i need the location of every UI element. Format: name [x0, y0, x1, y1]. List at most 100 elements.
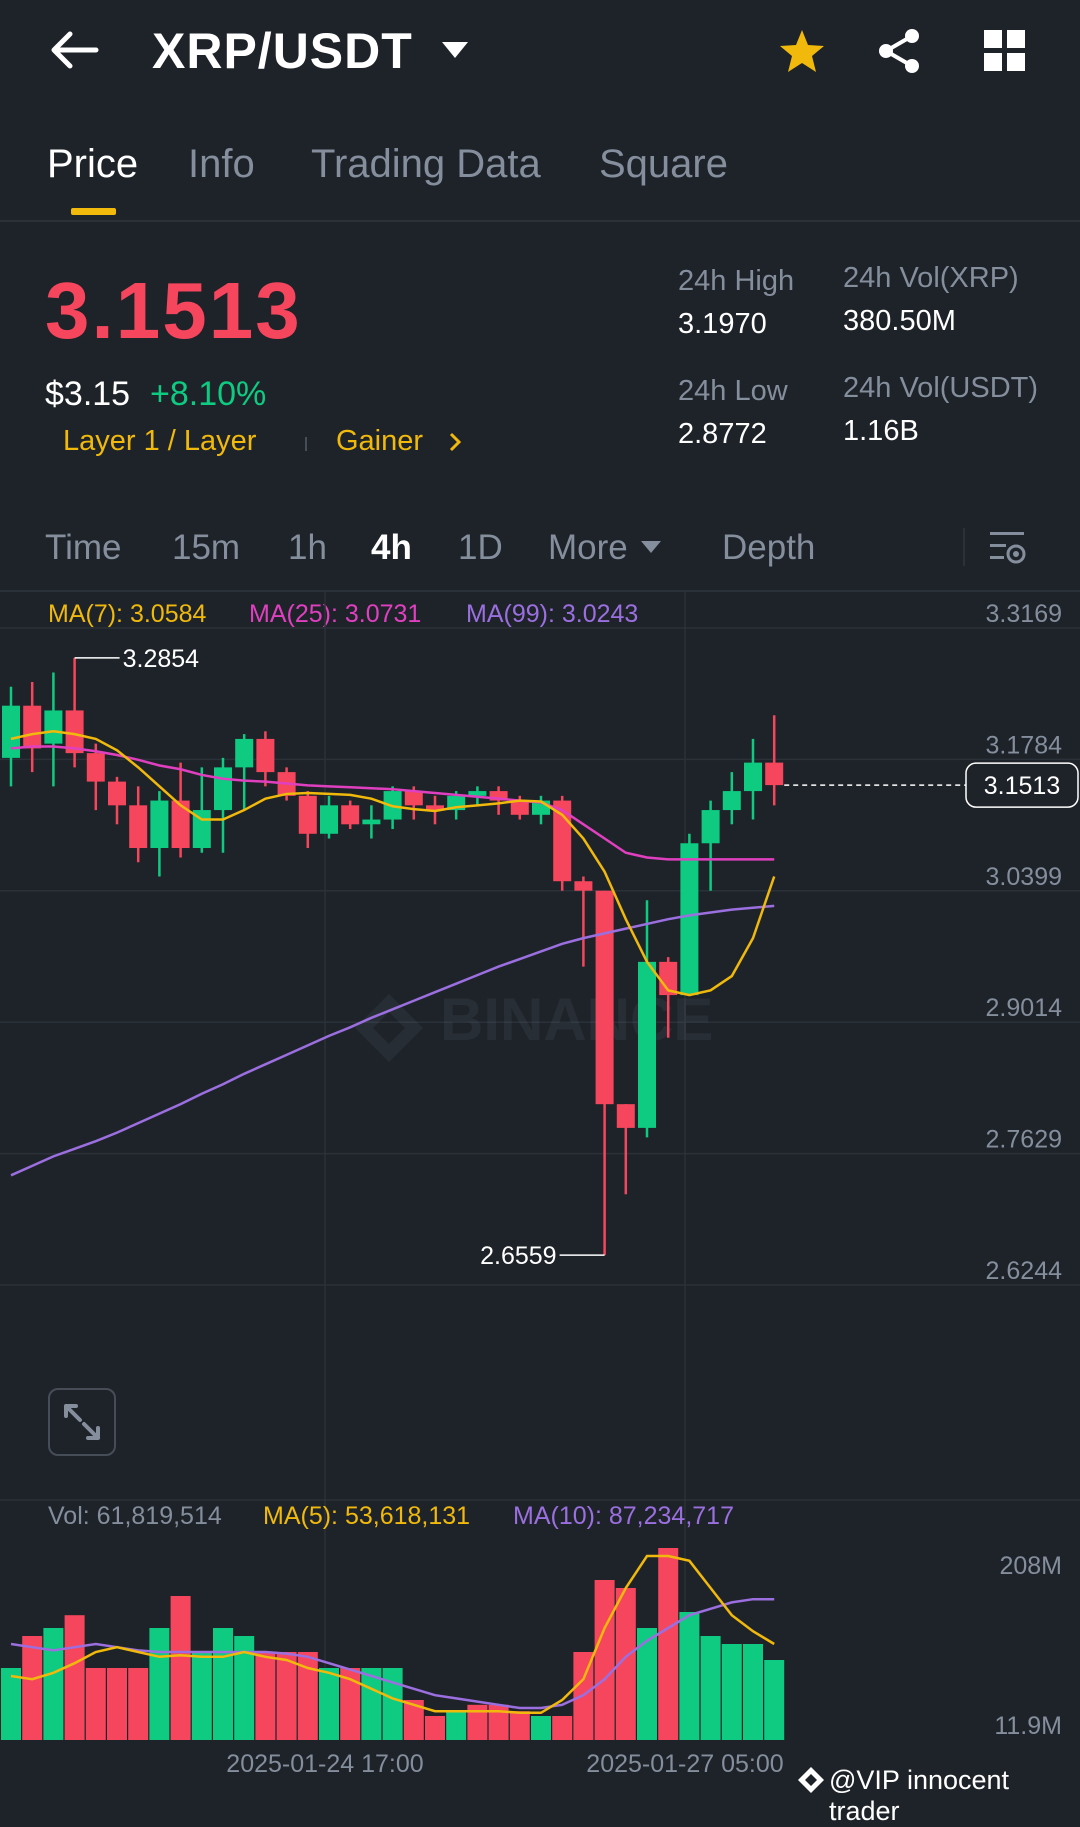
category-tag[interactable]: Layer 1 / Layer: [63, 425, 256, 458]
volume-bar: [255, 1652, 276, 1740]
candle-body: [765, 762, 784, 786]
candle-body: [298, 795, 317, 834]
candle-body: [214, 767, 232, 811]
volume-bar: [721, 1644, 742, 1740]
low-label: 24h Low: [678, 375, 788, 407]
volume-bar: [1, 1668, 21, 1740]
tab-square[interactable]: Square: [599, 142, 728, 187]
candle-body: [744, 762, 762, 792]
star-icon[interactable]: [778, 28, 826, 74]
vol-ma10-legend: MA(10): 87,234,717: [513, 1502, 734, 1530]
price-tick-label: 2.9014: [986, 994, 1063, 1022]
candle-body: [701, 810, 720, 844]
candlestick-chart[interactable]: BINANCE 3.3169 3.1784 3.0399 2.9014 2.7629 2.…: [0, 592, 1080, 1803]
more-caret-icon[interactable]: [640, 540, 662, 554]
volume-bar: [85, 1668, 106, 1740]
interval-1h[interactable]: 1h: [288, 528, 327, 568]
interval-15m[interactable]: 15m: [172, 528, 240, 568]
candle-body: [150, 800, 169, 849]
vol-base-label: 24h Vol(XRP): [843, 262, 1019, 294]
pair-title[interactable]: XRP/USDT: [152, 22, 413, 80]
candle-body: [574, 881, 593, 891]
volume-bar: [107, 1668, 127, 1740]
volume-bar: [382, 1668, 403, 1740]
volume-bar: [170, 1596, 191, 1740]
tab-info[interactable]: Info: [188, 142, 255, 187]
volume-bar: [764, 1660, 785, 1740]
volume-bar: [276, 1652, 297, 1740]
high-value: 3.1970: [678, 308, 767, 340]
tab-price[interactable]: Price: [47, 142, 138, 187]
candle-body: [129, 805, 148, 849]
candle-body: [23, 705, 42, 749]
candle-body: [404, 791, 423, 806]
volume-bar: [149, 1628, 170, 1740]
binance-logo-icon: [798, 1767, 824, 1793]
ma7-line: [10, 730, 776, 997]
volume-bar: [191, 1652, 212, 1740]
active-tab-indicator: [71, 208, 116, 215]
volume-bar: [531, 1716, 551, 1740]
volume-bar: [213, 1628, 233, 1740]
gainer-tag[interactable]: Gainer: [336, 425, 423, 458]
candle-body: [2, 705, 20, 758]
credit-text: @VIP innocent trader: [829, 1765, 1010, 1826]
candle-body: [680, 843, 699, 996]
interval-1d[interactable]: 1D: [458, 528, 503, 568]
price-tick-label: 2.6244: [986, 1257, 1063, 1285]
interval-bar: Time 15m 1h 4h 1D More Depth: [0, 510, 1080, 592]
current-price-label: 3.1513: [984, 772, 1060, 800]
candle-body: [320, 805, 338, 834]
price-tick-label: 3.1784: [986, 731, 1063, 759]
share-icon[interactable]: [876, 28, 922, 74]
tab-trading-data[interactable]: Trading Data: [311, 142, 541, 187]
candle-body: [235, 738, 254, 768]
volume-bar: [319, 1668, 339, 1740]
volume-tick-label: 208M: [999, 1552, 1062, 1580]
back-arrow-icon[interactable]: [48, 28, 100, 72]
volume-bar: [679, 1612, 700, 1740]
binance-watermark: BINANCE: [355, 986, 713, 1062]
vol-quote-value: 1.16B: [843, 415, 919, 447]
usd-price: $3.15: [45, 375, 131, 413]
last-price: 3.1513: [45, 266, 302, 355]
change-percent: +8.10%: [150, 375, 267, 413]
vol-base-value: 380.50M: [843, 305, 956, 337]
interval-4h[interactable]: 4h: [371, 528, 412, 568]
volume-bar: [743, 1644, 763, 1740]
chevron-right-icon[interactable]: [447, 431, 463, 453]
grid-menu-icon[interactable]: [984, 30, 1026, 72]
caret-down-icon[interactable]: [440, 40, 470, 60]
chart-settings-icon[interactable]: [990, 530, 1026, 568]
interval-divider: [963, 528, 965, 566]
interval-depth[interactable]: Depth: [722, 528, 815, 568]
vol-ma5-legend: MA(5): 53,618,131: [263, 1502, 471, 1530]
interval-more[interactable]: More: [548, 528, 628, 568]
candle-body: [44, 710, 63, 744]
fullscreen-button[interactable]: [48, 1388, 116, 1456]
watermark-text: BINANCE: [440, 986, 713, 1053]
candle-body: [510, 800, 529, 815]
price-tick-label: 3.3169: [986, 600, 1062, 628]
time-axis-label: 2025-01-27 05:00: [586, 1750, 783, 1778]
high-label: 24h High: [678, 265, 795, 297]
volume-bar: [22, 1636, 43, 1740]
candle-body: [108, 781, 126, 806]
time-axis-label: 2025-01-24 17:00: [226, 1750, 423, 1778]
interval-time[interactable]: Time: [45, 528, 121, 568]
expand-icon: [64, 1404, 100, 1440]
candle-body: [256, 738, 275, 773]
tag-divider: [305, 437, 307, 451]
main-tabs: Price Info Trading Data Square: [0, 130, 1080, 222]
candle-body: [638, 961, 656, 1128]
max-marker-label: 3.2854: [123, 645, 200, 673]
candle-body: [553, 800, 572, 882]
candle-body: [341, 805, 360, 825]
volume-bar: [658, 1548, 679, 1740]
candle-body: [595, 890, 614, 1105]
candle-body: [722, 791, 741, 811]
volume-bar: [43, 1628, 64, 1740]
volume-bar: [446, 1711, 467, 1740]
volume-bar: [552, 1716, 573, 1740]
vol-legend: Vol: 61,819,514: [48, 1502, 222, 1530]
